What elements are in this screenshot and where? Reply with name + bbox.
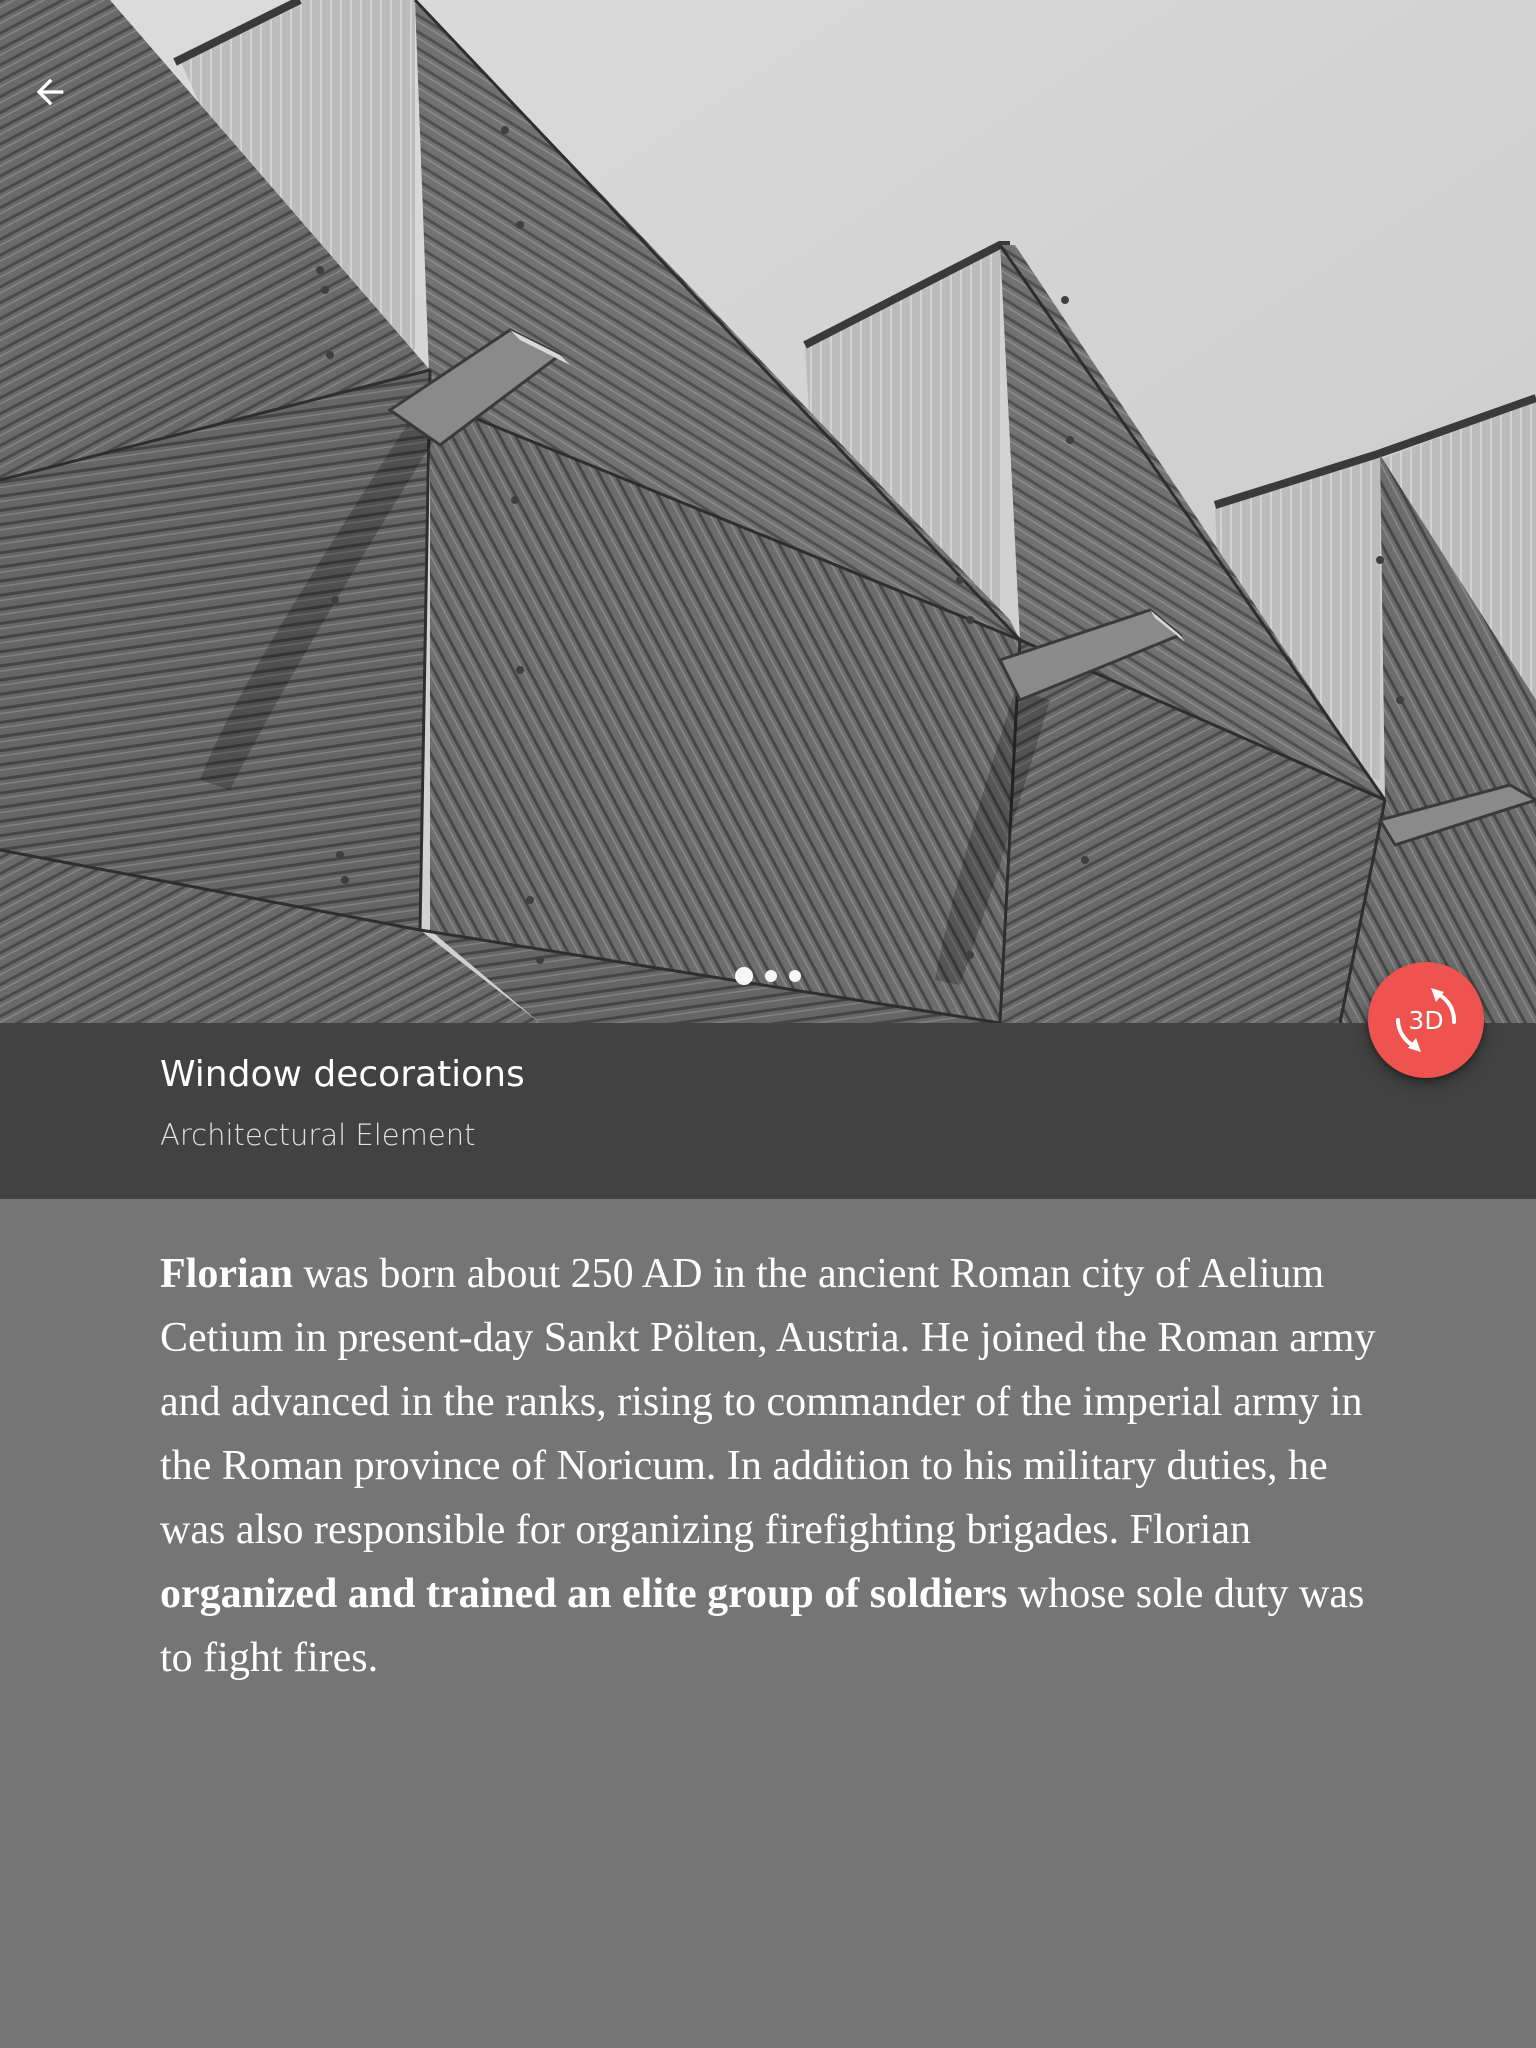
architecture-photo <box>0 0 1536 1023</box>
pager-dot-3[interactable] <box>789 970 801 982</box>
hero-image[interactable] <box>0 0 1536 1023</box>
back-button[interactable] <box>30 72 110 136</box>
description-paragraph: Florian was born about 250 AD in the anc… <box>160 1242 1376 1690</box>
text-bold: organized and trained an elite group of … <box>160 1571 1008 1617</box>
3d-rotation-icon: 3D <box>1386 980 1466 1060</box>
pager-dot-2[interactable] <box>765 970 777 982</box>
arrow-back-icon <box>36 78 64 106</box>
fab-label: 3D <box>1408 1005 1444 1035</box>
pager-dot-1[interactable] <box>735 967 753 985</box>
text-regular: was born about 250 AD in the ancient Rom… <box>160 1251 1376 1553</box>
item-title: Window decorations <box>160 1054 525 1095</box>
image-pager[interactable] <box>0 966 1536 986</box>
info-bar <box>0 1023 1536 1199</box>
view-3d-button[interactable]: 3D <box>1368 962 1484 1078</box>
description: Florian was born about 250 AD in the anc… <box>160 1242 1376 1690</box>
item-subtitle: Architectural Element <box>160 1118 476 1152</box>
text-bold: Florian <box>160 1251 293 1297</box>
